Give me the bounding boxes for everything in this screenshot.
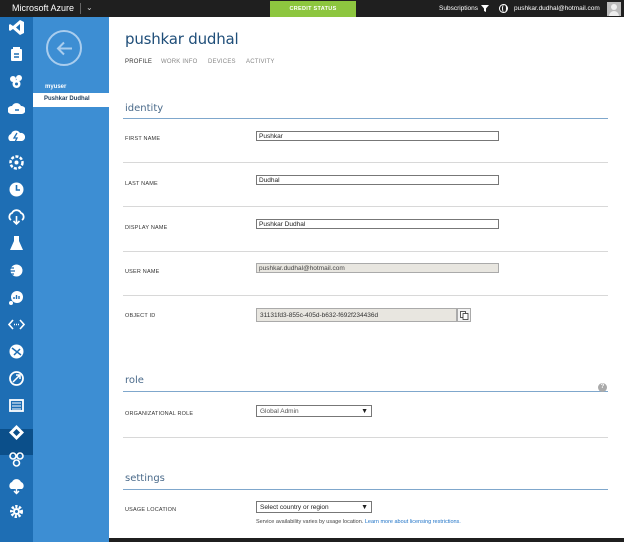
traffic-manager-icon[interactable] (6, 369, 27, 389)
row-divider (123, 251, 608, 252)
scheduler-icon[interactable] (6, 180, 27, 200)
object-id-label: OBJECT ID (125, 313, 156, 319)
dropdown-arrow-icon: ▼ (361, 408, 368, 415)
row-divider (123, 295, 608, 296)
tab-devices[interactable]: DEVICES (208, 59, 236, 65)
chevron-down-icon[interactable]: ⌄ (86, 0, 93, 17)
networks-icon[interactable] (6, 342, 27, 362)
usage-location-note-text: Service availability varies by usage loc… (256, 519, 364, 525)
last-name-field[interactable]: Dudhal (256, 175, 499, 185)
role-heading: role (125, 375, 144, 386)
licensing-restrictions-link[interactable]: Learn more about licensing restrictions. (365, 519, 461, 525)
organizational-role-select[interactable]: Global Admin ▼ (256, 405, 372, 417)
help-icon[interactable]: ? (598, 383, 607, 392)
recovery-services-icon[interactable] (6, 207, 27, 227)
display-name-field[interactable]: Pushkar Dudhal (256, 219, 499, 229)
sublist-item-label: Pushkar Dudhal (44, 96, 90, 102)
stream-analytics-icon[interactable] (6, 261, 27, 281)
subscriptions-button[interactable]: Subscriptions (439, 0, 478, 17)
filter-icon[interactable] (481, 5, 489, 12)
settings-icon[interactable] (6, 502, 27, 522)
back-button[interactable] (46, 30, 82, 66)
globe-icon[interactable] (499, 4, 508, 13)
arrow-left-icon (56, 41, 72, 56)
machine-learning-icon[interactable] (6, 234, 27, 254)
account-email[interactable]: pushkar.dudhal@hotmail.com (514, 0, 600, 17)
api-management-icon[interactable] (6, 315, 27, 335)
top-bar: Microsoft Azure ⌄ CREDIT STATUS Subscrip… (0, 0, 624, 17)
marketplace-icon[interactable] (6, 450, 27, 470)
avatar[interactable] (607, 2, 621, 16)
tab-work-info[interactable]: WORK INFO (161, 59, 197, 65)
organizational-role-label: ORGANIZATIONAL ROLE (125, 411, 194, 417)
object-id-field: 31131fd3-855c-405d-b632-f692f234436d (256, 308, 457, 322)
section-divider (123, 489, 608, 490)
sublist-item-active[interactable]: Pushkar Dudhal (33, 93, 109, 107)
display-name-label: DISPLAY NAME (125, 225, 168, 231)
credit-status-button[interactable]: CREDIT STATUS (270, 1, 356, 17)
batch-icon[interactable] (6, 126, 27, 146)
mobile-services-icon[interactable] (6, 45, 27, 65)
hdinsight-icon[interactable] (6, 153, 27, 173)
identity-heading: identity (125, 103, 164, 114)
brand-title[interactable]: Microsoft Azure (12, 0, 74, 17)
user-name-label: USER NAME (125, 269, 160, 275)
usage-location-note: Service availability varies by usage loc… (256, 519, 461, 525)
section-divider (123, 118, 608, 119)
operational-insights-icon[interactable] (6, 288, 27, 308)
user-name-field: pushkar.dudhal@hotmail.com (256, 263, 499, 273)
dropdown-arrow-icon: ▼ (361, 504, 368, 511)
organizational-role-value: Global Admin (260, 408, 299, 415)
usage-location-value: Select country or region (260, 504, 329, 511)
tab-activity[interactable]: ACTIVITY (246, 59, 275, 65)
row-divider (123, 162, 608, 163)
usage-location-select[interactable]: Select country or region ▼ (256, 501, 372, 513)
cloud-services-icon[interactable] (6, 72, 27, 92)
brand-divider (80, 3, 81, 14)
sublist-section-label: myuser (45, 84, 67, 90)
first-name-label: FIRST NAME (125, 136, 161, 142)
section-divider (123, 391, 608, 392)
copy-button[interactable] (457, 308, 471, 322)
last-name-label: LAST NAME (125, 181, 158, 187)
row-divider (123, 206, 608, 207)
tab-profile[interactable]: PROFILE (125, 59, 152, 65)
page-title: pushkar dudhal (125, 30, 239, 48)
copy-icon (460, 311, 469, 320)
service-nav-bar (0, 17, 33, 542)
bottom-command-bar (109, 538, 624, 542)
visual-studio-icon[interactable] (6, 18, 27, 38)
first-name-field[interactable]: Pushkar (256, 131, 499, 141)
row-divider (123, 437, 608, 438)
main-content: pushkar dudhal PROFILE WORK INFO DEVICES… (109, 17, 624, 542)
active-directory-icon[interactable] (6, 423, 27, 443)
settings-heading: settings (125, 473, 165, 484)
cloud-upload-icon[interactable] (6, 477, 27, 497)
cloud-services-icon[interactable] (6, 99, 27, 119)
usage-location-label: USAGE LOCATION (125, 507, 177, 513)
management-portal-icon[interactable] (6, 396, 27, 416)
